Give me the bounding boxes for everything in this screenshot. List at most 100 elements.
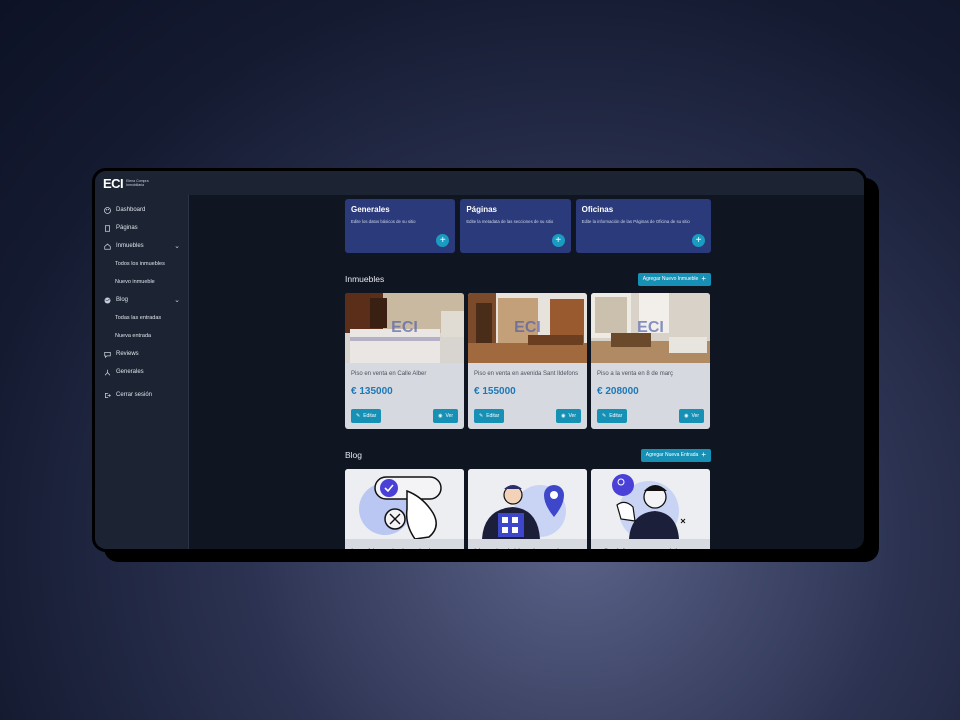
sidebar-item-paginas[interactable]: Páginas bbox=[95, 219, 188, 237]
chevron-down-icon[interactable]: ⌄ bbox=[174, 242, 180, 250]
checklist-hand-illustration bbox=[359, 476, 442, 539]
blog-title: Las Novedades de la bbox=[345, 539, 464, 549]
section-title: Blog bbox=[345, 450, 363, 460]
button-label: Agregar Nuevo Inmueble bbox=[642, 276, 699, 282]
add-entrada-button[interactable]: Agregar Nueva Entrada + bbox=[640, 448, 711, 462]
page-icon bbox=[104, 224, 111, 232]
button-label: Editar bbox=[486, 413, 500, 419]
property-photo: ECI bbox=[345, 293, 464, 363]
eye-icon: ◉ bbox=[438, 413, 443, 419]
plus-icon[interactable]: + bbox=[691, 234, 705, 247]
logo-subtitle: Elena Compra Inmobiliaria bbox=[126, 179, 149, 187]
view-button[interactable]: ◉ Ver bbox=[433, 409, 458, 423]
sidebar-subitem-todos-inmuebles[interactable]: Todos los inmuebles bbox=[95, 255, 188, 273]
view-button[interactable]: ◉ Ver bbox=[679, 409, 704, 423]
sidebar-item-label: Generales bbox=[116, 369, 144, 375]
inmuebles-header: Inmuebles Agregar Nuevo Inmueble + bbox=[345, 271, 711, 287]
blog-illustration bbox=[591, 469, 710, 539]
sidebar-item-inmuebles[interactable]: Inmuebles ⌄ bbox=[95, 237, 188, 255]
card-desc: Edite los datos básicos de su sitio bbox=[351, 219, 416, 224]
property-photo: ECI bbox=[591, 293, 710, 363]
person-thinking-illustration bbox=[612, 474, 686, 539]
property-card[interactable]: ECI Piso en venta en Calle Alber € 13500… bbox=[345, 293, 464, 429]
card-title: Generales bbox=[351, 205, 390, 214]
button-label: Editar bbox=[363, 413, 377, 419]
property-card[interactable]: ECI Piso en venta en avenida Sant Ildefo… bbox=[468, 293, 587, 429]
main-content: Generales Edite los datos básicos de su … bbox=[190, 195, 864, 549]
watermark-logo: ECI bbox=[391, 319, 418, 336]
blog-header: Blog Agregar Nueva Entrada + bbox=[345, 447, 711, 463]
blog-card[interactable]: Una decisión clave al bbox=[468, 469, 587, 549]
add-inmueble-button[interactable]: Agregar Nuevo Inmueble + bbox=[637, 272, 711, 286]
quick-cards: Generales Edite los datos básicos de su … bbox=[345, 199, 711, 253]
blog-illustration bbox=[345, 469, 464, 539]
sidebar-item-cerrar-sesion[interactable]: Cerrar sesión bbox=[95, 386, 188, 404]
property-actions: ✎ Editar ◉ Ver bbox=[351, 409, 458, 423]
button-label: Agregar Nueva Entrada bbox=[645, 452, 699, 458]
property-title: Piso a la venta en 8 de març bbox=[597, 371, 674, 377]
button-label: Ver bbox=[445, 413, 453, 419]
sidebar-item-label: Dashboard bbox=[116, 207, 146, 213]
sidebar-item-generales[interactable]: Generales bbox=[95, 363, 188, 381]
property-card[interactable]: ECI Piso a la venta en 8 de març € 20800… bbox=[591, 293, 710, 429]
edit-icon: ✎ bbox=[356, 413, 361, 419]
watermark-logo: ECI bbox=[514, 319, 541, 336]
sidebar-item-blog[interactable]: Blog ⌄ bbox=[95, 291, 188, 309]
sliders-icon bbox=[104, 369, 111, 376]
watermark-logo: ECI bbox=[637, 319, 664, 336]
property-actions: ✎ Editar ◉ Ver bbox=[474, 409, 581, 423]
eye-icon: ◉ bbox=[561, 413, 566, 419]
button-label: Editar bbox=[609, 413, 623, 419]
property-price: € 208000 bbox=[597, 386, 639, 397]
edit-button[interactable]: ✎ Editar bbox=[351, 409, 382, 423]
eye-icon: ◉ bbox=[684, 413, 689, 419]
brand-logo[interactable]: ECI Elena Compra Inmobiliaria bbox=[103, 176, 150, 191]
home-icon bbox=[104, 243, 111, 250]
inmuebles-list: ECI Piso en venta en Calle Alber € 13500… bbox=[345, 293, 711, 429]
plus-icon[interactable]: + bbox=[436, 234, 450, 247]
sidebar-subitem-todas-entradas[interactable]: Todas las entradas bbox=[95, 309, 188, 327]
view-button[interactable]: ◉ Ver bbox=[556, 409, 581, 423]
card-desc: Edite la información de las Páginas de O… bbox=[581, 219, 690, 224]
edit-icon: ✎ bbox=[602, 413, 607, 419]
edit-button[interactable]: ✎ Editar bbox=[474, 409, 505, 423]
plus-icon: + bbox=[701, 274, 706, 283]
blog-card[interactable]: ¿Qué factores podrían bbox=[591, 469, 710, 549]
property-photo: ECI bbox=[468, 293, 587, 363]
sidebar-item-dashboard[interactable]: Dashboard bbox=[95, 201, 188, 219]
blog-card[interactable]: Las Novedades de la bbox=[345, 469, 464, 549]
card-oficinas[interactable]: Oficinas Edite la información de las Pág… bbox=[575, 199, 711, 253]
blog-title: Una decisión clave al bbox=[468, 539, 587, 549]
card-desc: Edite la metadata de las secciones de su… bbox=[466, 219, 554, 224]
sidebar-subitem-nuevo-inmueble[interactable]: Nuevo inmueble bbox=[95, 273, 188, 291]
section-title: Inmuebles bbox=[345, 274, 385, 284]
sidebar-item-reviews[interactable]: Reviews bbox=[95, 345, 188, 363]
blog-title: ¿Qué factores podrían bbox=[591, 539, 710, 549]
plus-icon: + bbox=[701, 450, 706, 459]
edit-button[interactable]: ✎ Editar bbox=[597, 409, 628, 423]
sidebar-subitem-nueva-entrada[interactable]: Nueva entrada bbox=[95, 327, 188, 345]
card-generales[interactable]: Generales Edite los datos básicos de su … bbox=[345, 199, 456, 253]
card-paginas[interactable]: Páginas Edite la metadata de las seccion… bbox=[460, 199, 571, 253]
sidebar-item-label: Inmuebles bbox=[116, 243, 144, 249]
chat-icon bbox=[104, 351, 111, 358]
property-title: Piso en venta en avenida Sant Ildefons bbox=[474, 371, 579, 377]
plus-icon[interactable]: + bbox=[551, 234, 565, 247]
card-title: Páginas bbox=[466, 205, 497, 214]
sidebar: Dashboard Páginas Inmuebles ⌄ Todos los … bbox=[95, 195, 189, 549]
edit-icon: ✎ bbox=[479, 413, 484, 419]
blog-illustration bbox=[468, 469, 587, 539]
sidebar-item-label: Reviews bbox=[116, 351, 139, 357]
globe-icon bbox=[104, 296, 111, 304]
sidebar-item-label: Cerrar sesión bbox=[116, 392, 153, 398]
card-title: Oficinas bbox=[581, 205, 614, 214]
logo-mark: ECI bbox=[103, 175, 124, 191]
blog-list: Las Novedades de la bbox=[345, 469, 711, 549]
top-bar: ECI Elena Compra Inmobiliaria bbox=[95, 171, 864, 195]
chevron-down-icon[interactable]: ⌄ bbox=[174, 296, 180, 304]
sidebar-item-label: Páginas bbox=[116, 225, 138, 231]
button-label: Ver bbox=[691, 413, 699, 419]
property-title: Piso en venta en Calle Alber bbox=[351, 371, 427, 377]
sidebar-item-label: Blog bbox=[116, 297, 129, 303]
property-price: € 135000 bbox=[351, 386, 393, 397]
